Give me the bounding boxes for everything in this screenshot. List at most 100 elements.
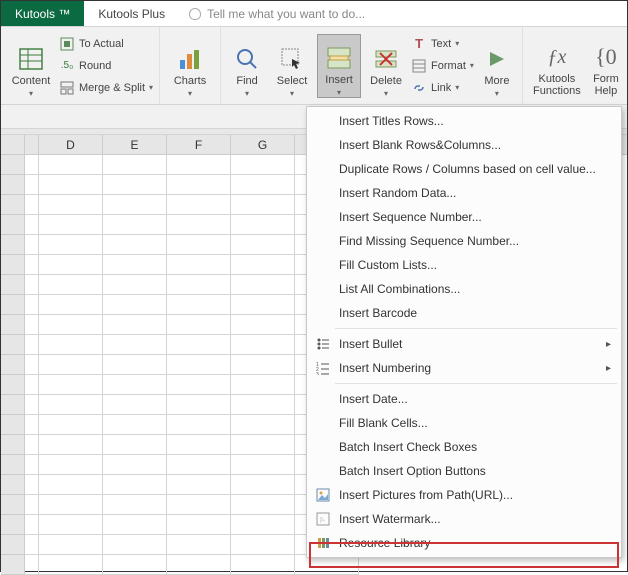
menu-item-fill-custom-lists[interactable]: Fill Custom Lists... (307, 253, 621, 277)
cell[interactable] (103, 275, 167, 295)
menu-item-list-all-combinations[interactable]: List All Combinations... (307, 277, 621, 301)
cell[interactable] (103, 495, 167, 515)
cell[interactable] (103, 155, 167, 175)
cell[interactable] (103, 555, 167, 575)
cell[interactable] (39, 335, 103, 355)
cell[interactable] (167, 515, 231, 535)
cell[interactable] (231, 395, 295, 415)
cell[interactable] (103, 535, 167, 555)
menu-item-find-missing-sequence-number[interactable]: Find Missing Sequence Number... (307, 229, 621, 253)
cell[interactable] (231, 315, 295, 335)
charts-button[interactable]: Charts ▾ (166, 34, 214, 98)
row-header[interactable] (1, 155, 25, 175)
row-header[interactable] (1, 335, 25, 355)
cell[interactable] (39, 295, 103, 315)
cell[interactable] (39, 195, 103, 215)
cell[interactable] (167, 215, 231, 235)
cell[interactable] (167, 155, 231, 175)
tab-kutools-plus[interactable]: Kutools Plus (84, 1, 179, 26)
cell[interactable] (231, 295, 295, 315)
cell[interactable] (231, 375, 295, 395)
cell[interactable] (39, 215, 103, 235)
row-header[interactable] (1, 355, 25, 375)
cell[interactable] (167, 235, 231, 255)
cell[interactable] (103, 435, 167, 455)
menu-item-batch-insert-option-buttons[interactable]: Batch Insert Option Buttons (307, 459, 621, 483)
cell[interactable] (39, 555, 103, 575)
menu-item-insert-barcode[interactable]: Insert Barcode (307, 301, 621, 325)
menu-item-insert-bullet[interactable]: Insert Bullet▸ (307, 332, 621, 356)
menu-item-insert-random-data[interactable]: Insert Random Data... (307, 181, 621, 205)
cell[interactable] (231, 195, 295, 215)
cell[interactable] (39, 175, 103, 195)
cell[interactable] (103, 395, 167, 415)
row-header[interactable] (1, 315, 25, 335)
link-button[interactable]: Link▾ (411, 78, 474, 98)
cell[interactable] (231, 155, 295, 175)
format-button[interactable]: Format▾ (411, 56, 474, 76)
select-all-corner[interactable] (1, 135, 25, 154)
cell[interactable] (167, 375, 231, 395)
cell[interactable] (39, 495, 103, 515)
cell[interactable] (167, 175, 231, 195)
col-header-partial[interactable] (25, 135, 39, 154)
cell[interactable] (39, 255, 103, 275)
cell[interactable] (167, 495, 231, 515)
cell[interactable] (167, 295, 231, 315)
cell[interactable] (167, 555, 231, 575)
cell[interactable] (103, 455, 167, 475)
row-header[interactable] (1, 555, 25, 575)
cell[interactable] (231, 175, 295, 195)
col-header-G[interactable]: G (231, 135, 295, 154)
row-header[interactable] (1, 415, 25, 435)
row-header[interactable] (1, 475, 25, 495)
cell[interactable] (39, 435, 103, 455)
menu-item-insert-blank-rows-columns[interactable]: Insert Blank Rows&Columns... (307, 133, 621, 157)
row-header[interactable] (1, 235, 25, 255)
round-button[interactable]: .5₀ Round (59, 56, 153, 76)
cell[interactable] (39, 395, 103, 415)
cell[interactable] (167, 315, 231, 335)
cell[interactable] (295, 555, 359, 575)
cell[interactable] (231, 555, 295, 575)
cell[interactable] (103, 195, 167, 215)
delete-button[interactable]: Delete ▾ (365, 34, 407, 98)
col-header-D[interactable]: D (39, 135, 103, 154)
cell[interactable] (103, 375, 167, 395)
menu-item-fill-blank-cells[interactable]: Fill Blank Cells... (307, 411, 621, 435)
row-header[interactable] (1, 515, 25, 535)
cell[interactable] (231, 455, 295, 475)
cell[interactable] (39, 515, 103, 535)
cell[interactable] (231, 475, 295, 495)
cell[interactable] (167, 435, 231, 455)
cell[interactable] (167, 355, 231, 375)
menu-item-insert-titles-rows[interactable]: Insert Titles Rows... (307, 109, 621, 133)
tell-me-search[interactable]: Tell me what you want to do... (179, 7, 365, 21)
cell[interactable] (167, 415, 231, 435)
cell[interactable] (231, 275, 295, 295)
cell[interactable] (231, 515, 295, 535)
row-header[interactable] (1, 275, 25, 295)
row-header[interactable] (1, 255, 25, 275)
cell[interactable] (39, 455, 103, 475)
row-header[interactable] (1, 495, 25, 515)
cell[interactable] (39, 535, 103, 555)
cell[interactable] (39, 375, 103, 395)
menu-item-insert-sequence-number[interactable]: Insert Sequence Number... (307, 205, 621, 229)
cell[interactable] (103, 255, 167, 275)
row-header[interactable] (1, 395, 25, 415)
cell[interactable] (103, 335, 167, 355)
cell[interactable] (231, 415, 295, 435)
cell[interactable] (167, 535, 231, 555)
more-button[interactable]: More ▾ (478, 34, 516, 98)
cell[interactable] (103, 355, 167, 375)
col-header-E[interactable]: E (103, 135, 167, 154)
cell[interactable] (231, 495, 295, 515)
tab-kutools[interactable]: Kutools ™ (1, 1, 84, 26)
find-button[interactable]: Find ▾ (227, 34, 267, 98)
cell[interactable] (231, 235, 295, 255)
menu-item-insert-numbering[interactable]: 123Insert Numbering▸ (307, 356, 621, 380)
menu-item-resource-library[interactable]: Resource Library (307, 531, 621, 555)
cell[interactable] (103, 475, 167, 495)
menu-item-batch-insert-check-boxes[interactable]: Batch Insert Check Boxes (307, 435, 621, 459)
